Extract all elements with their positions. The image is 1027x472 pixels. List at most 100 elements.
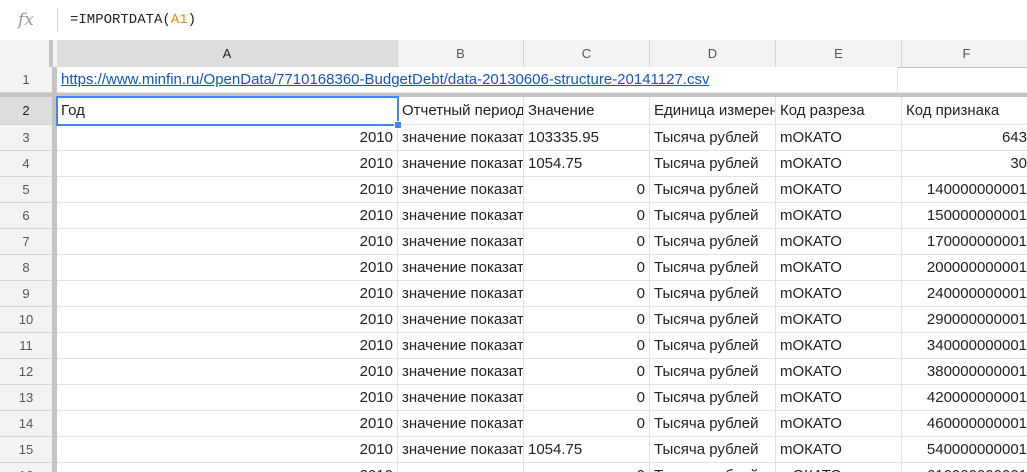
cell-a15[interactable]: 2010 [57, 437, 398, 463]
column-header-b[interactable]: B [398, 40, 524, 67]
cell-b16[interactable]: значение показателя [398, 463, 524, 472]
row-header-1[interactable]: 1 [0, 67, 53, 93]
cell-f4[interactable]: 30 [902, 151, 1027, 177]
cell-d8[interactable]: Тысяча рублей [650, 255, 776, 281]
row-header-3[interactable]: 3 [0, 125, 53, 151]
cell-e9[interactable]: mОКАТО [776, 281, 902, 307]
frozen-row-divider[interactable] [0, 93, 1027, 97]
cell-d5[interactable]: Тысяча рублей [650, 177, 776, 203]
row-header-16[interactable]: 16 [0, 463, 53, 472]
cell-f11[interactable]: 340000000001 [902, 333, 1027, 359]
cell-f12[interactable]: 380000000001 [902, 359, 1027, 385]
cell-b15[interactable]: значение показателя [398, 437, 524, 463]
cell-b11[interactable]: значение показателя [398, 333, 524, 359]
cell-a7[interactable]: 2010 [57, 229, 398, 255]
row-header-14[interactable]: 14 [0, 411, 53, 437]
cell-d12[interactable]: Тысяча рублей [650, 359, 776, 385]
cell-e12[interactable]: mОКАТО [776, 359, 902, 385]
cell-f10[interactable]: 290000000001 [902, 307, 1027, 333]
cell-b2[interactable]: Отчетный период [398, 97, 524, 125]
cell-f14[interactable]: 460000000001 [902, 411, 1027, 437]
cell-c7[interactable]: 0 [524, 229, 650, 255]
cell-f6[interactable]: 150000000001 [902, 203, 1027, 229]
cell-b6[interactable]: значение показателя [398, 203, 524, 229]
cell-a6[interactable]: 2010 [57, 203, 398, 229]
cell-e16[interactable]: mОКАТО [776, 463, 902, 472]
row-header-7[interactable]: 7 [0, 229, 53, 255]
cell-b7[interactable]: значение показателя [398, 229, 524, 255]
cell-b13[interactable]: значение показателя [398, 385, 524, 411]
cell-a12[interactable]: 2010 [57, 359, 398, 385]
cell-d9[interactable]: Тысяча рублей [650, 281, 776, 307]
column-header-d[interactable]: D [650, 40, 776, 67]
cell-b14[interactable]: значение показателя [398, 411, 524, 437]
cell-d14[interactable]: Тысяча рублей [650, 411, 776, 437]
cell-b5[interactable]: значение показателя [398, 177, 524, 203]
row-header-5[interactable]: 5 [0, 177, 53, 203]
cell-b9[interactable]: значение показателя [398, 281, 524, 307]
fill-handle[interactable] [394, 121, 402, 129]
cell-a9[interactable]: 2010 [57, 281, 398, 307]
row-header-4[interactable]: 4 [0, 151, 53, 177]
cell-f7[interactable]: 170000000001 [902, 229, 1027, 255]
cell-c4[interactable]: 1054.75 [524, 151, 650, 177]
select-all-corner[interactable] [0, 40, 53, 67]
cell-b12[interactable]: значение показателя [398, 359, 524, 385]
cell-f2[interactable]: Код признака [902, 97, 1027, 125]
cell-d6[interactable]: Тысяча рублей [650, 203, 776, 229]
cell-a1[interactable]: https://www.minfin.ru/OpenData/771016836… [57, 67, 898, 93]
cell-d13[interactable]: Тысяча рублей [650, 385, 776, 411]
cell-e7[interactable]: mОКАТО [776, 229, 902, 255]
cell-e3[interactable]: mОКАТО [776, 125, 902, 151]
cell-c5[interactable]: 0 [524, 177, 650, 203]
cell-a3[interactable]: 2010 [57, 125, 398, 151]
cell-f8[interactable]: 200000000001 [902, 255, 1027, 281]
cell-f3[interactable]: 643 [902, 125, 1027, 151]
cell-d2[interactable]: Единица измерения [650, 97, 776, 125]
row-header-11[interactable]: 11 [0, 333, 53, 359]
formula-input[interactable]: =IMPORTDATA(A1) [70, 11, 196, 29]
cell-e11[interactable]: mОКАТО [776, 333, 902, 359]
cell-d15[interactable]: Тысяча рублей [650, 437, 776, 463]
cell-a14[interactable]: 2010 [57, 411, 398, 437]
cell-e13[interactable]: mОКАТО [776, 385, 902, 411]
cell-d4[interactable]: Тысяча рублей [650, 151, 776, 177]
cell-f1[interactable] [902, 67, 1027, 93]
cell-f5[interactable]: 140000000001 [902, 177, 1027, 203]
cell-b10[interactable]: значение показателя [398, 307, 524, 333]
cell-c10[interactable]: 0 [524, 307, 650, 333]
cell-f15[interactable]: 540000000001 [902, 437, 1027, 463]
row-header-9[interactable]: 9 [0, 281, 53, 307]
cell-b4[interactable]: значение показателя [398, 151, 524, 177]
cell-a10[interactable]: 2010 [57, 307, 398, 333]
cell-a2[interactable]: Год [57, 97, 398, 125]
cell-c6[interactable]: 0 [524, 203, 650, 229]
row-header-2[interactable]: 2 [0, 97, 53, 125]
column-header-a[interactable]: A [57, 40, 398, 67]
column-header-c[interactable]: C [524, 40, 650, 67]
cell-e15[interactable]: mОКАТО [776, 437, 902, 463]
cell-a16[interactable]: 2010 [57, 463, 398, 472]
column-header-f[interactable]: F [902, 40, 1027, 67]
cell-d16[interactable]: Тысяча рублей [650, 463, 776, 472]
cell-a8[interactable]: 2010 [57, 255, 398, 281]
cell-d10[interactable]: Тысяча рублей [650, 307, 776, 333]
row-header-8[interactable]: 8 [0, 255, 53, 281]
row-header-12[interactable]: 12 [0, 359, 53, 385]
row-header-6[interactable]: 6 [0, 203, 53, 229]
row-header-10[interactable]: 10 [0, 307, 53, 333]
cell-a13[interactable]: 2010 [57, 385, 398, 411]
cell-d11[interactable]: Тысяча рублей [650, 333, 776, 359]
cell-c8[interactable]: 0 [524, 255, 650, 281]
cell-c2[interactable]: Значение [524, 97, 650, 125]
cell-e6[interactable]: mОКАТО [776, 203, 902, 229]
cell-c3[interactable]: 103335.95 [524, 125, 650, 151]
cell-a11[interactable]: 2010 [57, 333, 398, 359]
row-header-15[interactable]: 15 [0, 437, 53, 463]
cell-c15[interactable]: 1054.75 [524, 437, 650, 463]
cell-c13[interactable]: 0 [524, 385, 650, 411]
cell-d7[interactable]: Тысяча рублей [650, 229, 776, 255]
cell-e8[interactable]: mОКАТО [776, 255, 902, 281]
cell-c12[interactable]: 0 [524, 359, 650, 385]
cell-f9[interactable]: 240000000001 [902, 281, 1027, 307]
